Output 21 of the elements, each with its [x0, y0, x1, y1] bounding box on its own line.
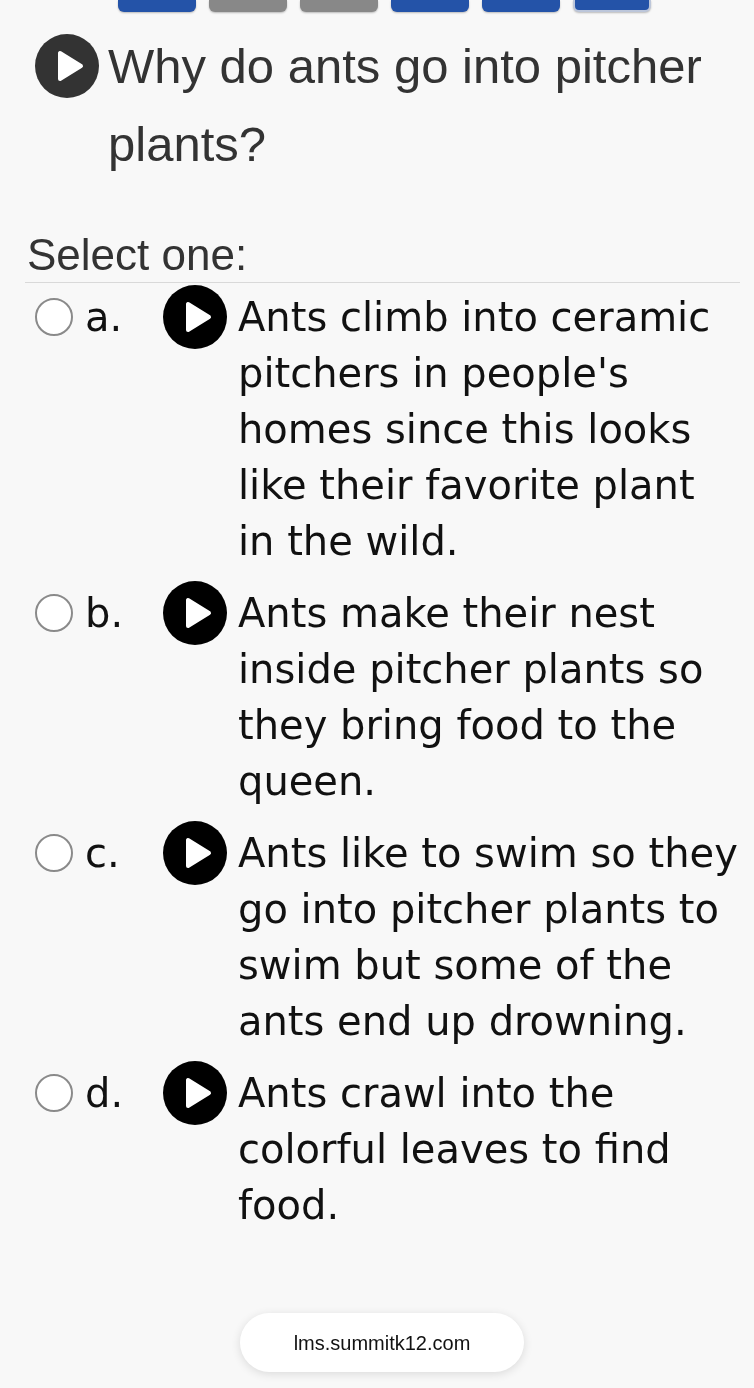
- play-icon[interactable]: [163, 581, 227, 645]
- option-letter: a.: [85, 293, 123, 342]
- prompt-text: Select one:: [27, 229, 248, 281]
- play-icon[interactable]: [163, 821, 227, 885]
- answer-text: Ants make their nest inside pitcher plants so they bring food to the queen.: [238, 589, 705, 806]
- question-nav-button[interactable]: [573, 0, 651, 12]
- option-letter: c.: [85, 829, 120, 878]
- radio-button[interactable]: [35, 834, 73, 872]
- address-bar[interactable]: lms.summitk12.com: [240, 1313, 524, 1372]
- play-icon[interactable]: [35, 34, 99, 98]
- option-letter: d.: [85, 1069, 124, 1118]
- answer-text: Ants crawl into the colorful leaves to find food.: [238, 1069, 672, 1230]
- radio-button[interactable]: [35, 298, 73, 336]
- play-icon[interactable]: [163, 285, 227, 349]
- radio-button[interactable]: [35, 594, 73, 632]
- answer-text: Ants like to swim so they go into pitcher plants to swim but some of the ants end up drowning.: [238, 829, 739, 1046]
- question-text: Why do ants go into pitcher plants?: [108, 38, 703, 173]
- option-letter: b.: [85, 589, 124, 638]
- answer-text: Ants climb into ceramic pitchers in people's homes since this looks like their favorite plant in the wild.: [238, 293, 712, 566]
- radio-button[interactable]: [35, 1074, 73, 1112]
- play-icon[interactable]: [163, 1061, 227, 1125]
